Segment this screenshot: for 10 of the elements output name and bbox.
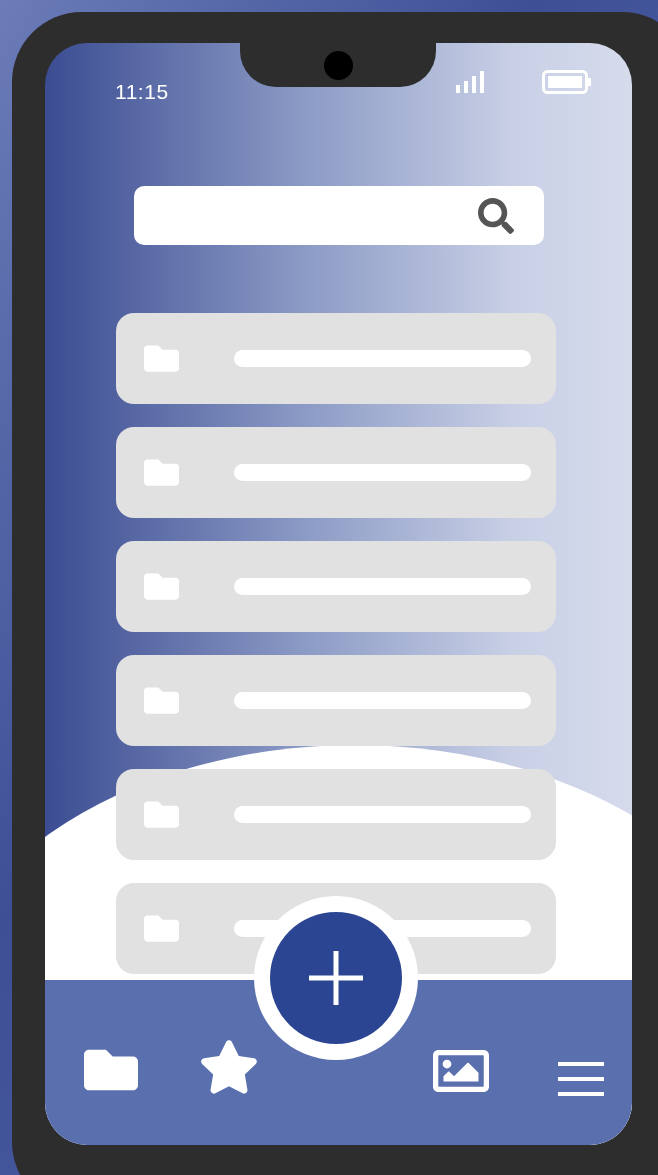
status-time: 11:15 <box>115 79 169 106</box>
search-field[interactable] <box>133 186 544 245</box>
battery-icon <box>542 70 592 94</box>
signal-icon <box>456 71 486 93</box>
plus-icon <box>309 951 363 1005</box>
camera-icon <box>323 50 353 80</box>
star-icon <box>199 1038 259 1096</box>
menu-button[interactable] <box>558 1061 604 1097</box>
search-icon <box>477 197 514 234</box>
favorites-tab[interactable] <box>199 1037 259 1097</box>
